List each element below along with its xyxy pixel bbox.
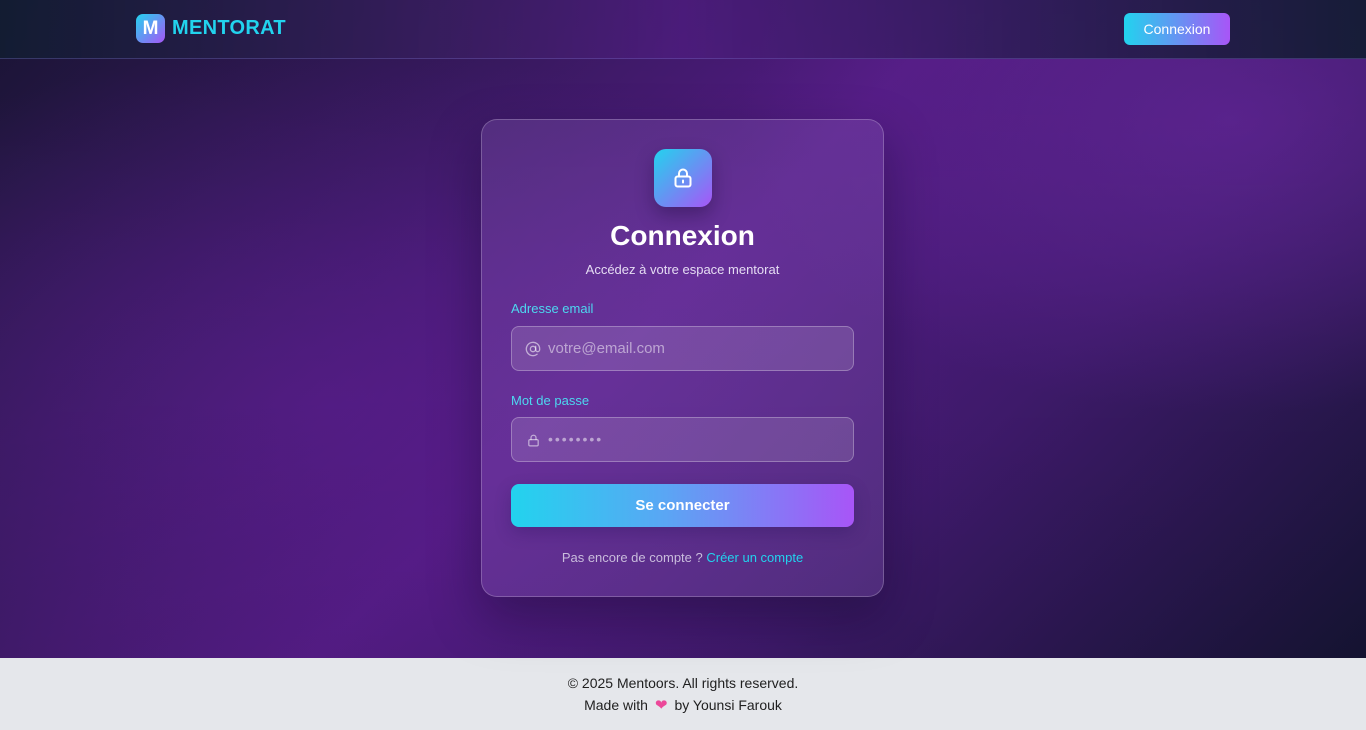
signup-prompt: Pas encore de compte ? [561,550,703,565]
login-card: Connexion Accédez à votre espace mentora… [481,119,884,597]
footer-copyright: © 2025 Mentoors. All rights reserved. [567,675,799,691]
heart-icon: ❤ [654,696,668,714]
password-field-wrapper [511,417,854,462]
page-title: Connexion [610,220,755,251]
email-input[interactable] [548,327,848,370]
at-sign-icon [524,340,542,358]
brand-name: MENTORAT [172,17,286,39]
navbar: M MENTORAT Connexion [0,0,1366,59]
footer: © 2025 Mentoors. All rights reserved. Ma… [0,658,1366,730]
footer-credits: Made with ❤ by Younsi Farouk [0,697,1366,713]
signup-prompt-line: Pas encore de compte ? Créer un compte [482,550,883,565]
email-label: Adresse email [511,301,594,316]
brand-logo-link[interactable]: M MENTORAT [136,14,286,43]
made-with-suffix: by Younsi Farouk [674,697,782,713]
email-field-wrapper [511,326,854,371]
brand-mark-icon: M [136,14,165,43]
nav-login-button[interactable]: Connexion [1124,13,1230,45]
create-account-link[interactable]: Créer un compte [706,550,803,565]
lock-icon [654,149,712,207]
page-subtitle: Accédez à votre espace mentorat [585,262,780,277]
lock-icon [524,431,542,449]
password-label: Mot de passe [511,393,590,408]
submit-login-button[interactable]: Se connecter [511,484,854,527]
made-with-prefix: Made with [584,697,648,713]
password-input[interactable] [548,418,848,461]
